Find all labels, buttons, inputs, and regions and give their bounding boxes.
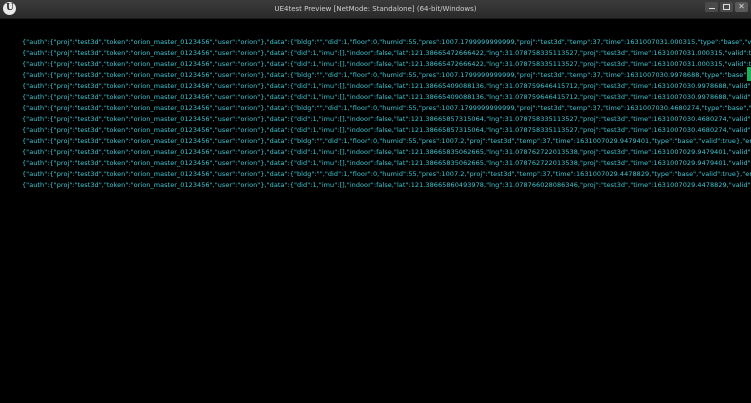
close-button[interactable]: ✕ bbox=[735, 2, 748, 12]
minimize-icon bbox=[705, 2, 718, 12]
log-line: {"auth":{"proj":"test3d","token":"orion_… bbox=[22, 82, 751, 90]
game-viewport[interactable]: {"auth":{"proj":"test3d","token":"orion_… bbox=[0, 19, 751, 403]
log-line: {"auth":{"proj":"test3d","token":"orion_… bbox=[22, 38, 751, 46]
log-line: {"auth":{"proj":"test3d","token":"orion_… bbox=[22, 49, 751, 57]
log-line: {"auth":{"proj":"test3d","token":"orion_… bbox=[22, 60, 751, 68]
title-bar[interactable]: U UE4test Preview [NetMode: Standalone] … bbox=[0, 0, 751, 19]
log-line: {"auth":{"proj":"test3d","token":"orion_… bbox=[22, 159, 751, 167]
edge-marker bbox=[747, 67, 751, 81]
log-line: {"auth":{"proj":"test3d","token":"orion_… bbox=[22, 181, 751, 189]
close-icon: ✕ bbox=[738, 2, 745, 11]
debug-log: {"auth":{"proj":"test3d","token":"orion_… bbox=[22, 37, 751, 191]
log-line: {"auth":{"proj":"test3d","token":"orion_… bbox=[22, 115, 751, 123]
log-line: {"auth":{"proj":"test3d","token":"orion_… bbox=[22, 126, 751, 134]
log-line: {"auth":{"proj":"test3d","token":"orion_… bbox=[22, 148, 751, 156]
log-line: {"auth":{"proj":"test3d","token":"orion_… bbox=[22, 170, 751, 178]
log-line: {"auth":{"proj":"test3d","token":"orion_… bbox=[22, 104, 751, 112]
window-title: UE4test Preview [NetMode: Standalone] (6… bbox=[274, 5, 477, 13]
log-line: {"auth":{"proj":"test3d","token":"orion_… bbox=[22, 71, 751, 79]
log-line: {"auth":{"proj":"test3d","token":"orion_… bbox=[22, 137, 751, 145]
minimize-button[interactable] bbox=[705, 2, 718, 12]
log-line: {"auth":{"proj":"test3d","token":"orion_… bbox=[22, 93, 751, 101]
maximize-button[interactable] bbox=[720, 2, 733, 12]
maximize-icon bbox=[720, 2, 733, 12]
